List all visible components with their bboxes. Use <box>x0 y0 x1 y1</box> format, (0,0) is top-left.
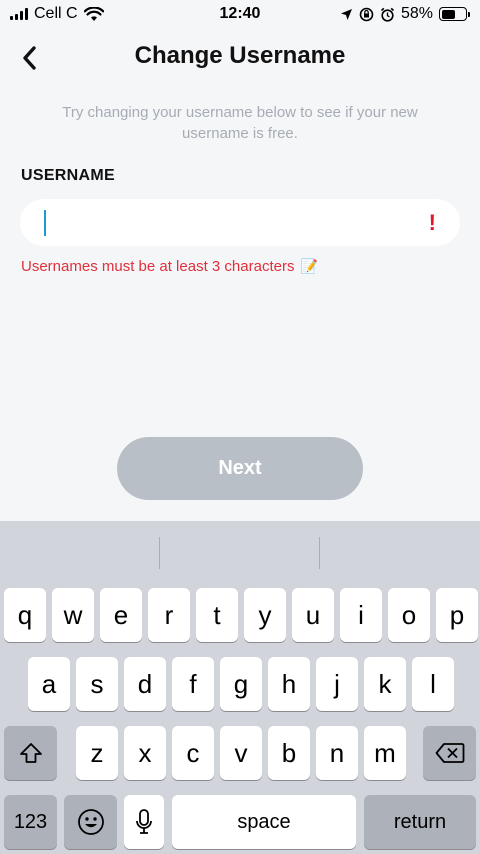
battery-icon <box>439 7 470 21</box>
username-label: USERNAME <box>21 167 115 184</box>
key-p[interactable]: p <box>436 588 478 642</box>
emoji-icon <box>77 809 104 835</box>
suggestion-divider <box>319 537 320 569</box>
username-field[interactable]: ! <box>20 199 460 246</box>
orientation-lock-icon <box>359 7 374 21</box>
shift-key[interactable] <box>4 726 57 780</box>
key-e[interactable]: e <box>100 588 142 642</box>
key-u[interactable]: u <box>292 588 334 642</box>
key-k[interactable]: k <box>364 657 406 711</box>
key-a[interactable]: a <box>28 657 70 711</box>
key-o[interactable]: o <box>388 588 430 642</box>
key-g[interactable]: g <box>220 657 262 711</box>
space-key[interactable]: space <box>172 795 356 849</box>
numbers-key[interactable]: 123 <box>4 795 57 849</box>
key-n[interactable]: n <box>316 726 358 780</box>
microphone-icon <box>136 809 152 834</box>
key-h[interactable]: h <box>268 657 310 711</box>
key-i[interactable]: i <box>340 588 382 642</box>
alarm-icon <box>380 7 395 22</box>
key-t[interactable]: t <box>196 588 238 642</box>
key-y[interactable]: y <box>244 588 286 642</box>
key-j[interactable]: j <box>316 657 358 711</box>
key-x[interactable]: x <box>124 726 166 780</box>
key-l[interactable]: l <box>412 657 454 711</box>
signal-icon <box>10 8 28 20</box>
status-right: 58% <box>340 5 470 23</box>
shift-icon <box>19 743 42 763</box>
return-key[interactable]: return <box>364 795 476 849</box>
status-left: Cell C <box>10 5 104 23</box>
backspace-icon <box>435 743 464 763</box>
error-message-text: Usernames must be at least 3 characters <box>21 258 295 275</box>
subtitle: Try changing your username below to see … <box>62 104 418 142</box>
error-exclamation-icon: ! <box>428 209 436 235</box>
delete-key[interactable] <box>423 726 476 780</box>
key-v[interactable]: v <box>220 726 262 780</box>
error-message: Usernames must be at least 3 characters … <box>21 258 318 275</box>
keyboard: 123 space return qwertyuiop asdfghjkl zxcv… <box>0 521 480 854</box>
location-icon <box>340 8 352 20</box>
key-d[interactable]: d <box>124 657 166 711</box>
key-b[interactable]: b <box>268 726 310 780</box>
wifi-icon <box>83 6 104 21</box>
key-m[interactable]: m <box>364 726 406 780</box>
key-c[interactable]: c <box>172 726 214 780</box>
key-w[interactable]: w <box>52 588 94 642</box>
page-title: Change Username <box>134 42 346 69</box>
emoji-key[interactable] <box>64 795 117 849</box>
suggestion-divider <box>159 537 160 569</box>
username-input[interactable] <box>48 212 421 233</box>
key-q[interactable]: q <box>4 588 46 642</box>
battery-percent: 58% <box>400 5 433 22</box>
key-z[interactable]: z <box>76 726 118 780</box>
text-caret <box>44 209 46 236</box>
dictation-key[interactable] <box>124 795 164 849</box>
suggestion-bar <box>0 521 480 585</box>
header: Change Username <box>0 36 480 80</box>
memo-emoji-icon: 📝 <box>300 258 318 274</box>
carrier-label: Cell C <box>34 5 78 22</box>
key-f[interactable]: f <box>172 657 214 711</box>
key-r[interactable]: r <box>148 588 190 642</box>
next-button[interactable]: Next <box>117 437 363 500</box>
status-bar: Cell C 12:40 58% <box>0 0 480 28</box>
key-s[interactable]: s <box>76 657 118 711</box>
